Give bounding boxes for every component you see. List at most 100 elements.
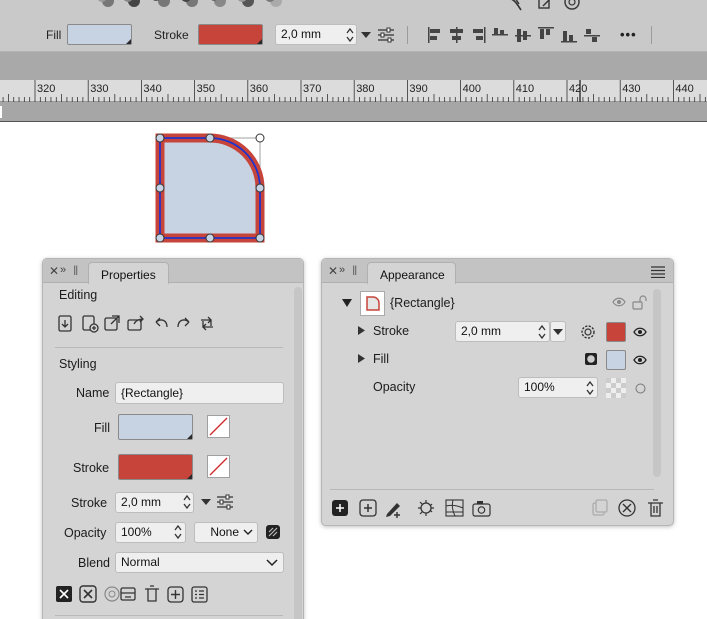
appearance-panel: ✕ » ‖ Appearance {Rectangle} Stroke 2,0 …	[321, 258, 674, 526]
stroke-label: Stroke	[154, 28, 189, 42]
stroke-width-input[interactable]: 2,0 mm	[455, 321, 550, 342]
transparency-checker-icon	[606, 378, 626, 398]
no-stroke-button[interactable]	[207, 455, 230, 478]
properties-panel-header: ✕ » ‖ Properties	[43, 259, 303, 284]
expanded-triangle-icon[interactable]	[342, 299, 352, 307]
appearance-actions-icon[interactable]	[331, 498, 493, 518]
ruler-label: 430	[622, 83, 641, 95]
ruler-label: 340	[143, 83, 162, 95]
shape-tools-icon[interactable]	[96, 0, 296, 12]
collapsed-triangle-icon[interactable]	[358, 326, 365, 335]
close-icon[interactable]: ✕	[328, 264, 338, 278]
stepper-icon[interactable]	[182, 494, 192, 510]
panel-menu-icon[interactable]	[651, 266, 665, 278]
tab-appearance-label: Appearance	[380, 268, 445, 282]
fill-color-swatch[interactable]	[67, 24, 132, 45]
tab-properties-label: Properties	[101, 268, 156, 282]
stroke-row-label: Stroke	[373, 324, 410, 338]
visibility-eye-icon[interactable]	[612, 297, 626, 307]
drag-handle-icon[interactable]: ‖	[352, 263, 357, 278]
collapse-icon[interactable]: »	[60, 264, 66, 276]
node-handle[interactable]	[255, 183, 265, 193]
chevron-down-icon[interactable]	[361, 32, 371, 39]
drag-handle-icon[interactable]: ‖	[73, 263, 78, 278]
toolbar-divider	[407, 26, 408, 44]
stroke-width-value: 2,0 mm	[281, 27, 322, 41]
style-actions-icon[interactable]	[55, 584, 220, 604]
opacity-mode-value: None	[210, 525, 239, 539]
opacity-value: 100%	[121, 525, 152, 539]
align-buttons-icon[interactable]	[426, 26, 604, 44]
appearance-scrollbar[interactable]	[653, 289, 661, 477]
collapse-icon[interactable]: »	[339, 264, 345, 276]
node-handle[interactable]	[155, 183, 165, 193]
rectangle-icon	[366, 296, 380, 311]
top-toolbar: Fill Stroke 2,0 mm •••	[0, 0, 707, 52]
no-fill-button[interactable]	[207, 415, 230, 438]
stroke-color-swatch[interactable]	[606, 322, 626, 342]
stroke-color-swatch[interactable]	[118, 454, 193, 480]
collapsed-triangle-icon[interactable]	[358, 354, 365, 363]
opacity-value: 100%	[524, 380, 555, 394]
styling-heading: Styling	[59, 357, 97, 371]
tab-properties[interactable]: Properties	[88, 262, 169, 284]
chevron-down-icon	[266, 559, 278, 567]
blend-mode-select[interactable]: Normal	[115, 552, 284, 573]
gear-icon[interactable]	[579, 323, 597, 341]
ruler-edge-marker	[0, 106, 2, 118]
section-divider	[330, 489, 654, 490]
dropdown-corner-icon	[126, 39, 131, 44]
close-icon[interactable]: ✕	[49, 264, 59, 278]
dropdown-corner-icon	[257, 39, 262, 44]
stepper-icon[interactable]	[585, 380, 595, 396]
path-tools-icon[interactable]	[505, 0, 585, 12]
visibility-eye-icon[interactable]	[633, 327, 647, 337]
ruler-label: 380	[356, 83, 375, 95]
node-handle[interactable]	[205, 133, 215, 143]
dropdown-corner-icon	[187, 434, 192, 439]
name-label: Name	[76, 386, 110, 400]
node-handle[interactable]	[155, 233, 165, 243]
selected-rectangle-shape[interactable]	[150, 130, 270, 248]
horizontal-ruler: 320 330 340 350 360 370 380 390 400 410 420 430 440	[0, 80, 707, 102]
fill-color-swatch[interactable]	[118, 414, 193, 440]
node-handle[interactable]	[155, 133, 165, 143]
editing-heading: Editing	[59, 288, 98, 302]
editing-tools-icon[interactable]	[57, 314, 222, 334]
corner-handle[interactable]	[255, 133, 265, 143]
chevron-down-icon[interactable]	[201, 499, 211, 506]
tab-appearance[interactable]: Appearance	[367, 262, 456, 284]
stroke-width-value: 2,0 mm	[461, 324, 502, 338]
object-thumbnail	[360, 291, 385, 316]
object-name: {Rectangle}	[390, 296, 455, 310]
no-color-icon	[209, 417, 228, 436]
stepper-icon[interactable]	[345, 27, 355, 43]
stepper-icon[interactable]	[537, 324, 547, 340]
stroke-settings-icon[interactable]	[216, 493, 234, 511]
node-handle[interactable]	[205, 233, 215, 243]
opacity-label: Opacity	[64, 526, 107, 540]
toolbar-divider	[651, 26, 652, 44]
stepper-icon[interactable]	[173, 524, 183, 540]
appearance-item-actions-icon[interactable]	[589, 498, 665, 518]
ruler-label: 370	[303, 83, 322, 95]
stroke-label: Stroke	[73, 461, 110, 475]
node-handle[interactable]	[255, 233, 265, 243]
properties-panel: ✕ » ‖ Properties Editing Styling Name {R…	[42, 258, 304, 619]
ruler-label: 420	[569, 83, 588, 95]
stroke-settings-icon[interactable]	[377, 26, 395, 44]
transparency-icon[interactable]	[265, 524, 281, 540]
blend-mode-value: Normal	[121, 555, 160, 569]
opacity-row-label: Opacity	[373, 380, 416, 394]
properties-scrollbar[interactable]	[294, 287, 302, 619]
unlock-icon[interactable]	[632, 294, 648, 310]
name-input[interactable]: {Rectangle}	[115, 382, 284, 404]
fill-color-swatch[interactable]	[606, 350, 626, 370]
stroke-color-swatch[interactable]	[198, 24, 263, 45]
visibility-eye-icon[interactable]	[633, 355, 647, 365]
ruler-label: 330	[90, 83, 109, 95]
fill-mode-icon[interactable]	[584, 352, 598, 366]
more-options-icon[interactable]: •••	[620, 27, 637, 42]
ruler-label: 400	[462, 83, 481, 95]
radio-circle-icon[interactable]	[635, 383, 646, 394]
